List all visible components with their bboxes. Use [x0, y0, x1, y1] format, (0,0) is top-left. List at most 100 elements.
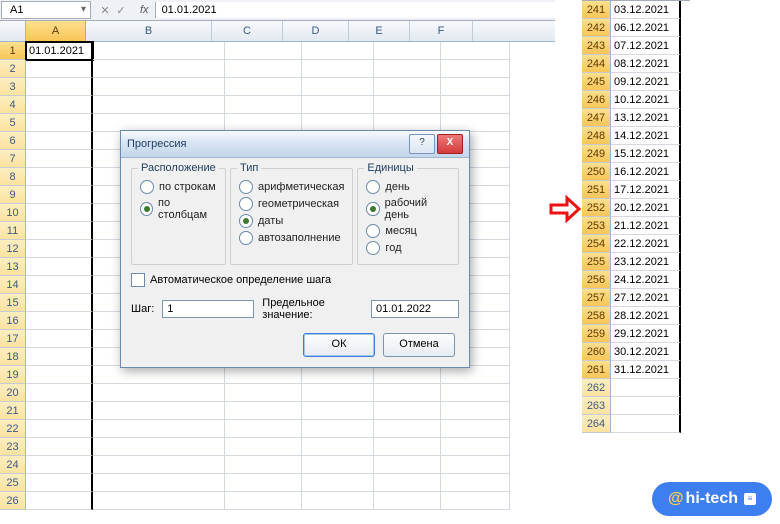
- row-header[interactable]: 9: [0, 186, 26, 204]
- cell[interactable]: [302, 438, 374, 456]
- cell[interactable]: [93, 456, 225, 474]
- cell[interactable]: [374, 438, 441, 456]
- cell[interactable]: 21.12.2021: [611, 217, 681, 235]
- row-header[interactable]: 8: [0, 168, 26, 186]
- row-header[interactable]: 259: [582, 325, 611, 343]
- row-header[interactable]: 13: [0, 258, 26, 276]
- cell[interactable]: 16.12.2021: [611, 163, 681, 181]
- row-header[interactable]: 21: [0, 402, 26, 420]
- row-header[interactable]: 251: [582, 181, 611, 199]
- cell[interactable]: [441, 42, 510, 60]
- radio-icon[interactable]: [239, 197, 253, 211]
- cell[interactable]: 06.12.2021: [611, 19, 681, 37]
- row-header[interactable]: 15: [0, 294, 26, 312]
- dialog-close-button[interactable]: X: [437, 134, 463, 154]
- cell[interactable]: [93, 366, 225, 384]
- cell[interactable]: [374, 42, 441, 60]
- cell[interactable]: [93, 402, 225, 420]
- row-header[interactable]: 248: [582, 127, 611, 145]
- cell[interactable]: [26, 384, 93, 402]
- cell[interactable]: [302, 474, 374, 492]
- radio-icon[interactable]: [366, 224, 380, 238]
- row-header[interactable]: 249: [582, 145, 611, 163]
- cell[interactable]: [26, 366, 93, 384]
- row-header[interactable]: 25: [0, 474, 26, 492]
- cell[interactable]: 27.12.2021: [611, 289, 681, 307]
- select-all-corner[interactable]: [0, 21, 26, 41]
- cell[interactable]: [374, 384, 441, 402]
- cell[interactable]: 20.12.2021: [611, 199, 681, 217]
- cell[interactable]: 07.12.2021: [611, 37, 681, 55]
- cell[interactable]: [611, 415, 681, 433]
- row-header[interactable]: 7: [0, 150, 26, 168]
- col-header-d[interactable]: D: [283, 21, 349, 41]
- cell[interactable]: [93, 474, 225, 492]
- row-header[interactable]: 16: [0, 312, 26, 330]
- cell[interactable]: [441, 456, 510, 474]
- cell[interactable]: 17.12.2021: [611, 181, 681, 199]
- row-header[interactable]: 250: [582, 163, 611, 181]
- cell[interactable]: [374, 492, 441, 510]
- cell[interactable]: [26, 114, 93, 132]
- cell[interactable]: 14.12.2021: [611, 127, 681, 145]
- row-header[interactable]: 264: [582, 415, 611, 433]
- cell[interactable]: [26, 474, 93, 492]
- dialog-titlebar[interactable]: Прогрессия ? X: [121, 131, 469, 158]
- row-header[interactable]: 263: [582, 397, 611, 415]
- cell[interactable]: [302, 42, 374, 60]
- cell[interactable]: 15.12.2021: [611, 145, 681, 163]
- ok-button[interactable]: ОК: [303, 333, 375, 357]
- row-header[interactable]: 262: [582, 379, 611, 397]
- radio-option[interactable]: автозаполнение: [239, 231, 344, 245]
- limit-input[interactable]: [371, 300, 459, 318]
- row-header[interactable]: 19: [0, 366, 26, 384]
- cell[interactable]: [374, 60, 441, 78]
- cell[interactable]: [26, 150, 93, 168]
- fx-icon[interactable]: fx: [134, 4, 155, 16]
- cell[interactable]: [302, 60, 374, 78]
- cell[interactable]: 08.12.2021: [611, 55, 681, 73]
- cell[interactable]: [441, 474, 510, 492]
- radio-option[interactable]: по столбцам: [140, 197, 217, 221]
- cell[interactable]: [374, 402, 441, 420]
- cell[interactable]: [374, 420, 441, 438]
- cell[interactable]: [26, 402, 93, 420]
- row-header[interactable]: 252: [582, 199, 611, 217]
- row-header[interactable]: 245: [582, 73, 611, 91]
- cell[interactable]: [441, 402, 510, 420]
- cell[interactable]: [26, 276, 93, 294]
- cell[interactable]: [302, 456, 374, 474]
- radio-option[interactable]: день: [366, 180, 450, 194]
- cell[interactable]: [26, 258, 93, 276]
- row-header[interactable]: 17: [0, 330, 26, 348]
- cell[interactable]: 29.12.2021: [611, 325, 681, 343]
- cell[interactable]: [302, 420, 374, 438]
- radio-option[interactable]: геометрическая: [239, 197, 344, 211]
- cell[interactable]: [441, 96, 510, 114]
- step-input[interactable]: [162, 300, 254, 318]
- row-header[interactable]: 4: [0, 96, 26, 114]
- cell[interactable]: [302, 78, 374, 96]
- cell[interactable]: [441, 366, 510, 384]
- cell[interactable]: [26, 168, 93, 186]
- cell[interactable]: [225, 366, 302, 384]
- row-header[interactable]: 18: [0, 348, 26, 366]
- radio-option[interactable]: месяц: [366, 224, 450, 238]
- row-header[interactable]: 23: [0, 438, 26, 456]
- cell[interactable]: [374, 366, 441, 384]
- cell[interactable]: [26, 420, 93, 438]
- cell[interactable]: [302, 492, 374, 510]
- row-header[interactable]: 242: [582, 19, 611, 37]
- cell[interactable]: [225, 384, 302, 402]
- cancel-formula-icon[interactable]: ✕: [98, 4, 112, 17]
- cell[interactable]: [26, 312, 93, 330]
- row-header[interactable]: 261: [582, 361, 611, 379]
- cell[interactable]: [374, 96, 441, 114]
- cell[interactable]: [374, 456, 441, 474]
- row-header[interactable]: 258: [582, 307, 611, 325]
- cell[interactable]: [26, 240, 93, 258]
- row-header[interactable]: 26: [0, 492, 26, 510]
- cell[interactable]: [93, 78, 225, 96]
- col-header-b[interactable]: B: [86, 21, 212, 41]
- row-header[interactable]: 256: [582, 271, 611, 289]
